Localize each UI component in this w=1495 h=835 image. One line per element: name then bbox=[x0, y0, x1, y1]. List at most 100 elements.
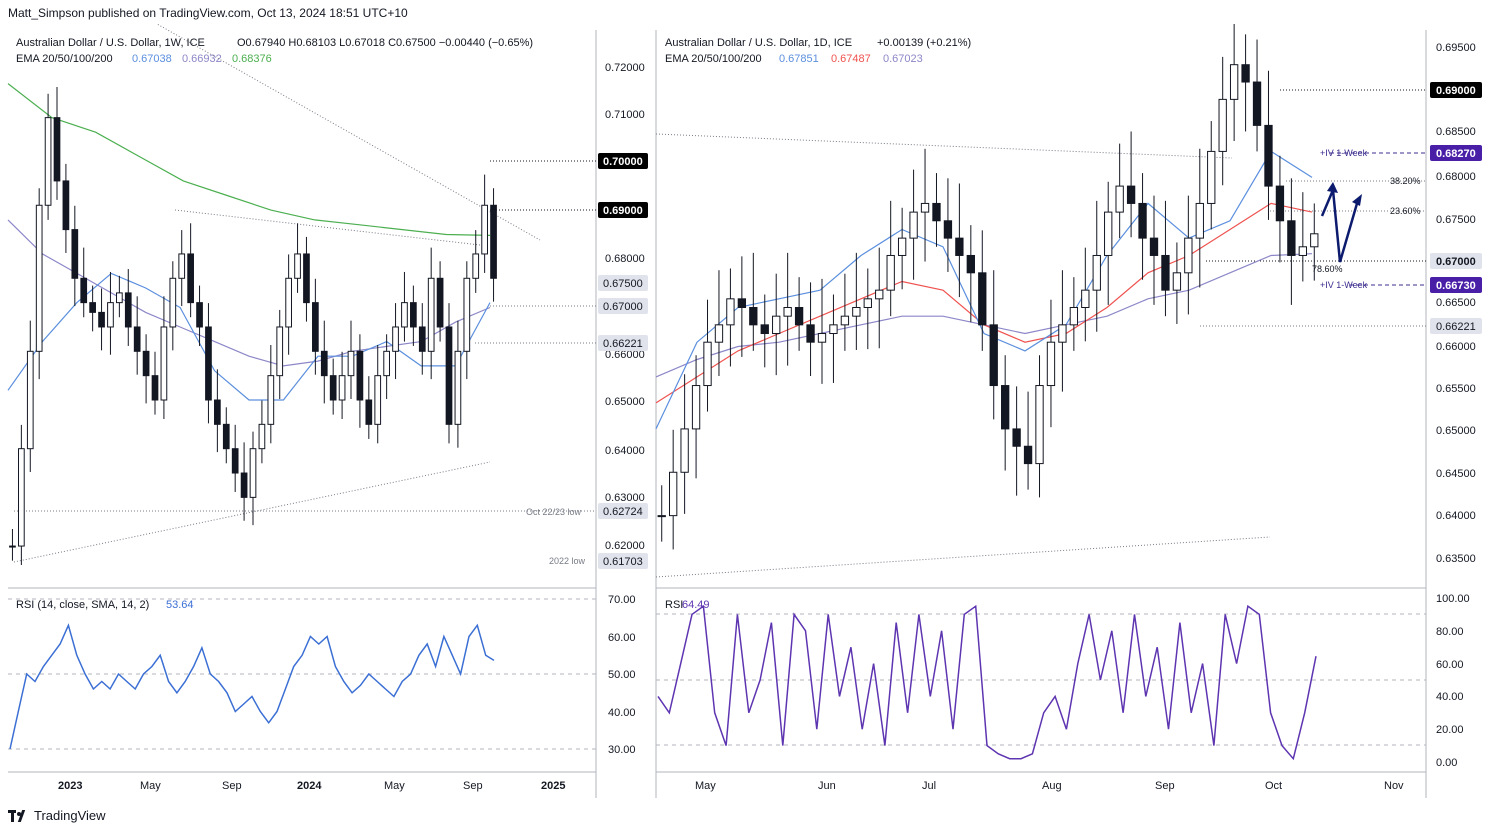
daily-candle-body bbox=[1081, 289, 1090, 308]
weekly-price-tick: 0.72000 bbox=[605, 62, 645, 74]
weekly-ema50-line bbox=[7, 219, 491, 367]
daily-candle-body bbox=[966, 254, 975, 274]
weekly-time-tick: Sep bbox=[463, 780, 483, 792]
daily-candle-body bbox=[1218, 98, 1227, 152]
daily-title: Australian Dollar / U.S. Dollar, 1D, ICE bbox=[665, 37, 852, 49]
daily-candle-body bbox=[1012, 428, 1021, 447]
daily-candles bbox=[657, 24, 1319, 550]
daily-price-tick: 0.65500 bbox=[1436, 383, 1476, 395]
weekly-candle-body bbox=[463, 277, 471, 352]
tradingview-footer[interactable]: TradingView bbox=[8, 808, 106, 823]
weekly-rsi-tick: 30.00 bbox=[608, 744, 636, 756]
weekly-candle-body bbox=[356, 350, 364, 401]
daily-ema20-value: 0.67851 bbox=[779, 53, 819, 65]
weekly-candle-body bbox=[401, 302, 408, 328]
daily-ema50-value: 0.67487 bbox=[831, 53, 871, 65]
daily-candle-body bbox=[1172, 272, 1182, 291]
weekly-candle-body bbox=[472, 253, 480, 279]
weekly-candle-body bbox=[9, 545, 16, 548]
daily-rsi-tick: 40.00 bbox=[1436, 691, 1464, 703]
weekly-candle-body bbox=[133, 326, 141, 352]
daily-candle-body bbox=[989, 324, 998, 387]
daily-rsi-tick: 60.00 bbox=[1436, 659, 1464, 671]
weekly-candle-body bbox=[205, 326, 212, 401]
daily-candle-body bbox=[1195, 202, 1204, 239]
daily-candle-body bbox=[863, 298, 872, 308]
weekly-candle-body bbox=[365, 399, 373, 425]
daily-time-tick: Oct bbox=[1265, 780, 1282, 792]
weekly-time-axis: 2023 May Sep 2024 May Sep 2025 bbox=[58, 780, 565, 792]
daily-candle-body bbox=[783, 307, 792, 317]
weekly-time-tick: Sep bbox=[222, 780, 242, 792]
daily-candle-body bbox=[840, 315, 850, 326]
daily-time-axis: May Jun Jul Aug Sep Oct Nov bbox=[695, 780, 1404, 792]
weekly-candle-body bbox=[98, 311, 105, 328]
daily-rsi-tick: 100.00 bbox=[1436, 593, 1470, 605]
daily-candle-body bbox=[829, 324, 838, 335]
daily-candle-body bbox=[1138, 202, 1147, 239]
weekly-candle-body bbox=[338, 375, 346, 401]
weekly-tag-0.67500: 0.67500 bbox=[603, 278, 643, 290]
daily-price-tick: 0.66500 bbox=[1436, 297, 1476, 309]
daily-candle-body bbox=[1229, 64, 1239, 100]
daily-candle-body bbox=[1069, 307, 1079, 326]
daily-candle-body bbox=[886, 254, 895, 291]
daily-candle-body bbox=[1001, 385, 1010, 430]
daily-candle-body bbox=[714, 324, 724, 343]
daily-rsi-axis: 100.00 80.00 60.00 40.00 20.00 0.00 bbox=[1436, 593, 1470, 769]
daily-candle-body bbox=[1126, 185, 1136, 204]
daily-rsi-value: 64.49 bbox=[682, 599, 710, 611]
daily-candle-body bbox=[794, 307, 804, 326]
weekly-candle-body bbox=[18, 448, 25, 547]
weekly-time-tick: 2023 bbox=[58, 780, 82, 792]
daily-rsi-label: RSI bbox=[665, 599, 683, 611]
weekly-ema50-value: 0.66932 bbox=[182, 53, 222, 65]
daily-price-tick: 0.64000 bbox=[1436, 510, 1476, 522]
weekly-time-tick: May bbox=[140, 780, 161, 792]
daily-candle-body bbox=[669, 471, 678, 517]
daily-time-tick: Sep bbox=[1155, 780, 1175, 792]
weekly-candle-body bbox=[35, 204, 43, 352]
daily-candle-body bbox=[1264, 124, 1273, 187]
weekly-price-tick: 0.63000 bbox=[605, 492, 645, 504]
daily-candle-body bbox=[1287, 220, 1296, 256]
daily-candle-body bbox=[1252, 81, 1262, 126]
note-oct-low: Oct 22/23 low bbox=[526, 507, 582, 517]
daily-chart[interactable]: Australian Dollar / U.S. Dollar, 1D, ICE… bbox=[650, 24, 1495, 800]
weekly-candle-body bbox=[187, 253, 194, 304]
daily-time-tick: May bbox=[695, 780, 716, 792]
weekly-time-tick: 2025 bbox=[541, 780, 565, 792]
weekly-candle-body bbox=[196, 302, 203, 328]
weekly-price-tick: 0.62000 bbox=[605, 540, 645, 552]
weekly-rsi-label: RSI (14, close, SMA, 14, 2) bbox=[16, 599, 149, 611]
weekly-candle-body bbox=[26, 350, 34, 450]
weekly-rsi-tick: 40.00 bbox=[608, 707, 636, 719]
daily-candle-body bbox=[1310, 233, 1319, 248]
daily-candle-body bbox=[1149, 237, 1159, 256]
weekly-candle-body bbox=[481, 204, 488, 255]
daily-tag-0.66730: 0.66730 bbox=[1436, 280, 1476, 292]
daily-rsi-tick: 20.00 bbox=[1436, 724, 1464, 736]
daily-price-tick: 0.64500 bbox=[1436, 468, 1476, 480]
daily-candle-body bbox=[1092, 254, 1101, 291]
weekly-candle-body bbox=[374, 375, 382, 425]
weekly-tag-0.70000: 0.70000 bbox=[603, 156, 643, 168]
daily-ema100-value: 0.67023 bbox=[883, 53, 923, 65]
weekly-tag-0.67000: 0.67000 bbox=[603, 301, 643, 313]
weekly-chart[interactable]: Australian Dollar / U.S. Dollar, 1W, ICE… bbox=[0, 24, 650, 800]
iv-upper-label: +IV 1-Week bbox=[1320, 148, 1368, 158]
daily-rsi-tick: 0.00 bbox=[1436, 757, 1457, 769]
weekly-candle-body bbox=[294, 253, 301, 279]
weekly-candle-body bbox=[320, 350, 328, 377]
weekly-candle-body bbox=[231, 448, 239, 474]
daily-candle-body bbox=[1115, 185, 1124, 213]
weekly-candle-body bbox=[169, 277, 177, 328]
daily-price-tick: 0.67500 bbox=[1436, 214, 1476, 226]
weekly-rsi-tick: 60.00 bbox=[608, 632, 636, 644]
weekly-candle-body bbox=[116, 292, 123, 304]
weekly-price-tags: 0.70000 0.69000 0.67500 0.67000 0.66221 … bbox=[598, 153, 648, 569]
projection-arrowhead-1 bbox=[1327, 182, 1338, 193]
daily-candle-body bbox=[703, 341, 712, 387]
fib-236-label: 23.60% bbox=[1390, 206, 1421, 216]
weekly-candle-body bbox=[107, 302, 114, 328]
